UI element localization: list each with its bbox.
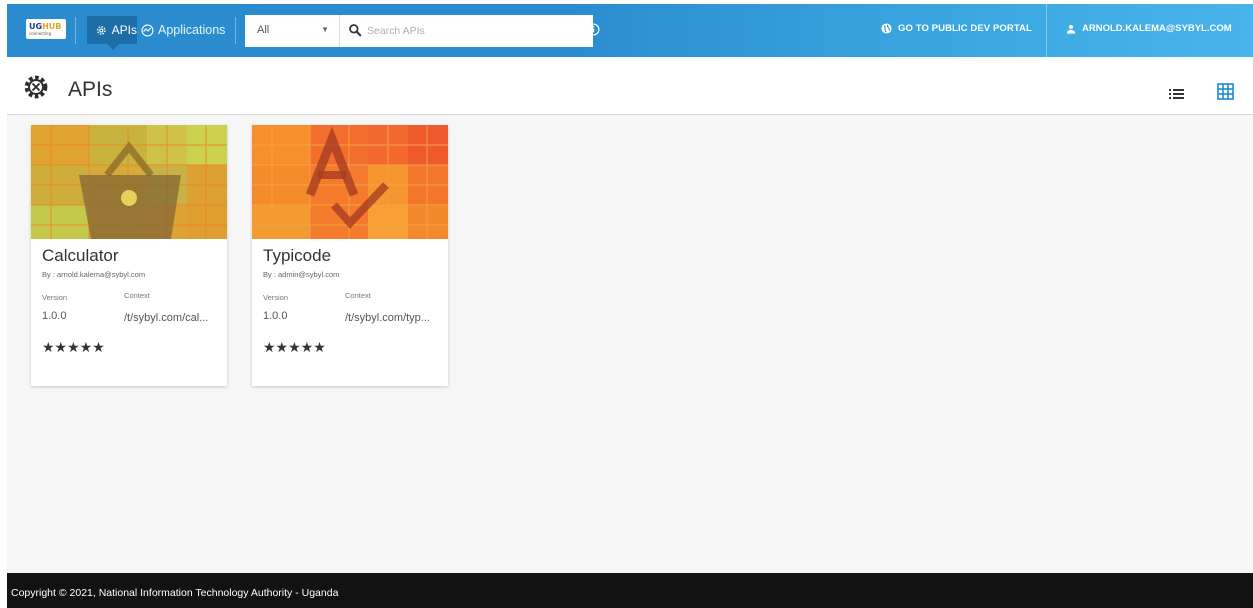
nav-applications-label: Applications bbox=[158, 23, 226, 37]
ughub-logo[interactable]: UGHUB connecting bbox=[26, 19, 66, 39]
search-filter-select[interactable]: All ▼ bbox=[245, 15, 340, 47]
context-label: Context bbox=[345, 291, 371, 300]
user-menu[interactable]: ARNOLD.KALEMA@SYBYL.COM bbox=[1066, 23, 1232, 34]
gear-icon bbox=[96, 25, 106, 35]
rating-stars[interactable]: ★★★★★ bbox=[42, 340, 105, 356]
api-card-calculator[interactable]: Calculator By : arnold.kalema@sybyl.com … bbox=[31, 125, 227, 386]
search-input[interactable] bbox=[367, 21, 582, 41]
context-value: /t/sybyl.com/typ... bbox=[345, 312, 430, 324]
api-card-typicode[interactable]: Typicode By : admin@sybyl.com Version Co… bbox=[252, 125, 448, 386]
search-icon[interactable] bbox=[348, 23, 362, 37]
nav-apis-tab[interactable]: APIs bbox=[87, 16, 137, 50]
copyright-text: Copyright © 2021, National Information T… bbox=[11, 587, 339, 599]
star-icon[interactable]: ★★★★★ bbox=[263, 340, 326, 356]
api-author: By : arnold.kalema@sybyl.com bbox=[42, 270, 146, 279]
footer: Copyright © 2021, National Information T… bbox=[7, 573, 1253, 608]
user-email-label: ARNOLD.KALEMA@SYBYL.COM bbox=[1082, 23, 1232, 34]
api-thumbnail[interactable] bbox=[31, 125, 227, 239]
logo-main-text: UG bbox=[29, 22, 43, 31]
version-value: 1.0.0 bbox=[263, 310, 288, 322]
api-gear-icon bbox=[24, 75, 48, 99]
context-label: Context bbox=[124, 291, 150, 300]
top-navbar: UGHUB connecting APIs Applications All ▼ bbox=[7, 4, 1253, 57]
logo-sub-text: connecting bbox=[29, 31, 52, 36]
api-thumbnail[interactable] bbox=[252, 125, 448, 239]
api-author: By : admin@sybyl.com bbox=[263, 270, 340, 279]
applications-icon bbox=[141, 24, 154, 36]
rating-stars[interactable]: ★★★★★ bbox=[263, 340, 326, 356]
spellcheck-icon bbox=[252, 125, 448, 239]
navbar-divider bbox=[235, 17, 236, 44]
grid-view-icon[interactable] bbox=[1217, 83, 1234, 100]
nav-apis-label: APIs bbox=[111, 23, 137, 37]
version-value: 1.0.0 bbox=[42, 310, 67, 322]
user-icon bbox=[1066, 24, 1076, 34]
public-dev-portal-label: GO TO PUBLIC DEV PORTAL bbox=[898, 23, 1032, 34]
public-dev-portal-link[interactable]: GO TO PUBLIC DEV PORTAL bbox=[881, 23, 1032, 34]
page-header: APIs bbox=[7, 57, 1253, 115]
search-bar: All ▼ bbox=[245, 15, 593, 47]
version-label: Version bbox=[42, 293, 68, 302]
version-label: Version bbox=[263, 293, 289, 302]
api-listing: Calculator By : arnold.kalema@sybyl.com … bbox=[7, 115, 1253, 573]
basket-icon bbox=[31, 125, 227, 239]
navbar-divider bbox=[75, 17, 76, 44]
caret-down-icon: ▼ bbox=[321, 25, 329, 34]
globe-icon bbox=[881, 23, 892, 34]
star-icon[interactable]: ★★★★★ bbox=[42, 340, 105, 356]
page-title: APIs bbox=[68, 78, 113, 101]
context-value: /t/sybyl.com/cal... bbox=[124, 312, 209, 324]
navbar-divider bbox=[1046, 4, 1047, 57]
list-view-icon[interactable] bbox=[1169, 88, 1184, 100]
api-name[interactable]: Typicode bbox=[263, 246, 331, 266]
nav-applications-tab[interactable]: Applications bbox=[141, 16, 225, 44]
logo-accent-text: HUB bbox=[42, 22, 62, 31]
search-filter-value: All bbox=[257, 24, 270, 36]
info-icon[interactable] bbox=[587, 23, 600, 36]
api-name[interactable]: Calculator bbox=[42, 246, 119, 266]
